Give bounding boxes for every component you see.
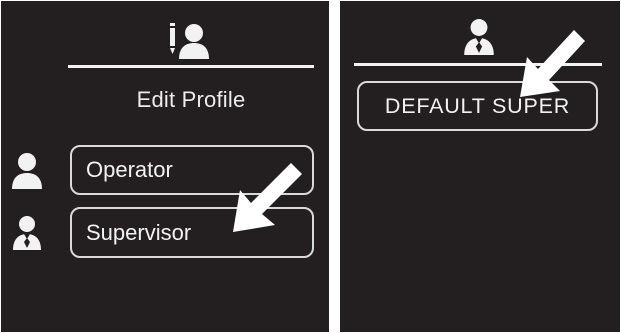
page-title: Edit Profile [136, 87, 246, 112]
supervisor-user-icon [13, 216, 41, 250]
operator-label: Operator [86, 157, 173, 182]
arrow-pointing-to-supervisor [233, 163, 302, 232]
supervisor-label: Supervisor [86, 219, 192, 245]
edit-profile-icon [170, 23, 209, 59]
supervisor-profiles-screen: DEFAULT SUPER [340, 1, 620, 332]
edit-profile-screen: Edit Profile Operator Supervisor [1, 1, 329, 332]
arrow-pointing-to-default-super [520, 30, 585, 97]
header-divider [68, 65, 314, 68]
operator-user-icon [12, 153, 42, 189]
supervisor-user-icon [464, 19, 494, 55]
